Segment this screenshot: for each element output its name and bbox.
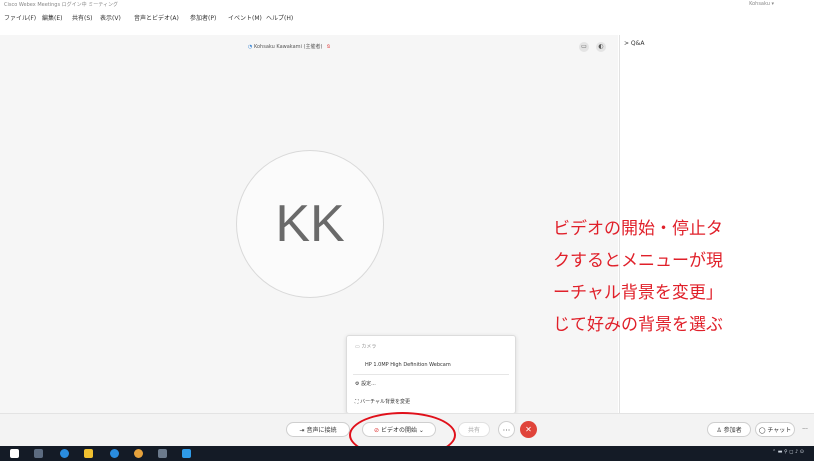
windows-start-icon[interactable] xyxy=(10,449,19,458)
qa-panel-title[interactable]: > Q&A xyxy=(624,40,644,47)
layout-icon[interactable]: ▭ xyxy=(579,42,589,52)
participants-button[interactable]: ♙ 参加者 xyxy=(707,422,751,437)
lock-icon[interactable]: ◐ xyxy=(596,42,606,52)
chevron-down-icon: ⌄ xyxy=(417,427,424,434)
webex-taskbar-icon[interactable] xyxy=(182,449,191,458)
app-icon[interactable] xyxy=(158,449,167,458)
participant-name: Kohsaku Kawakami (主催者) xyxy=(253,44,323,50)
avatar: KK xyxy=(236,150,384,298)
annotation-line-1: ビデオの開始・停止タ xyxy=(553,219,723,239)
settings-item[interactable]: ⚙ 設定... xyxy=(355,380,376,387)
camera-header: ▭ カメラ xyxy=(355,344,377,350)
overflow-menu-button[interactable]: ··· xyxy=(798,422,812,437)
participant-icon: ◔ xyxy=(248,44,253,50)
start-video-button[interactable]: ⊘ ビデオの開始 ⌄ xyxy=(362,422,436,437)
file-explorer-icon[interactable] xyxy=(84,449,93,458)
annotation-line-4: じて好みの背景を選ぶ xyxy=(553,315,723,335)
menu-divider xyxy=(353,374,509,375)
edge-browser-icon[interactable] xyxy=(60,449,69,458)
chrome-icon[interactable] xyxy=(134,449,143,458)
tutorial-annotation: ビデオの開始・停止タ クするとメニューが現 ーチャル背景を変更」 じて好みの背景… xyxy=(553,213,723,341)
menu-audio-video[interactable]: 音声とビデオ(A) xyxy=(134,13,179,22)
video-options-menu: ▭ カメラ HP 1.0MP High Definition Webcam ⚙ … xyxy=(346,335,516,414)
menu-help[interactable]: ヘルプ(H) xyxy=(266,13,293,22)
share-button[interactable]: 共有 xyxy=(458,422,490,437)
ie-browser-icon[interactable] xyxy=(110,449,119,458)
participant-label: ◔ Kohsaku Kawakami (主催者) ⍉ xyxy=(248,43,330,50)
title-bar: Cisco Webex Meetings ログイン中 ミーティング Kohsak… xyxy=(0,0,814,9)
menu-events[interactable]: イベント(M) xyxy=(228,13,262,22)
muted-mic-icon: ⍉ xyxy=(327,44,331,50)
end-meeting-button[interactable]: ✕ xyxy=(520,421,537,438)
tray-icons: ⌃ ▬ ⚲ ◻ ♪ ⊙ xyxy=(771,449,804,455)
close-icon: ✕ xyxy=(525,425,532,434)
user-menu[interactable]: Kohsaku ▾ xyxy=(749,1,774,7)
system-tray[interactable]: ⌃ ▬ ⚲ ◻ ♪ ⊙ xyxy=(772,449,804,455)
menu-file[interactable]: ファイル(F) xyxy=(4,13,36,22)
annotation-line-2: クするとメニューが現 xyxy=(553,251,723,271)
person-icon: ♙ xyxy=(716,427,724,434)
menu-participants[interactable]: 参加者(P) xyxy=(190,13,216,22)
video-off-icon: ⊘ xyxy=(374,427,381,434)
annotation-line-3: ーチャル背景を変更」 xyxy=(553,283,723,303)
avatar-initials: KK xyxy=(275,195,345,253)
menu-share[interactable]: 共有(S) xyxy=(72,13,93,22)
menu-view[interactable]: 表示(V) xyxy=(100,13,121,22)
camera-option[interactable]: HP 1.0MP High Definition Webcam xyxy=(365,362,451,368)
more-options-button[interactable]: ··· xyxy=(498,421,515,438)
task-view-icon[interactable] xyxy=(34,449,43,458)
window-title: Cisco Webex Meetings ログイン中 ミーティング xyxy=(4,2,118,8)
connect-audio-button[interactable]: ⇥ 音声に接続 xyxy=(286,422,350,437)
os-taskbar xyxy=(0,446,814,461)
chat-button[interactable]: ◯ チャット xyxy=(755,422,795,437)
menu-bar: ファイル(F) 編集(E) 共有(S) 表示(V) 音声とビデオ(A) 参加者(… xyxy=(0,9,814,22)
menu-edit[interactable]: 編集(E) xyxy=(42,13,62,22)
virtual-background-item[interactable]: ⛶ バーチャル背景を変更 xyxy=(355,398,410,405)
